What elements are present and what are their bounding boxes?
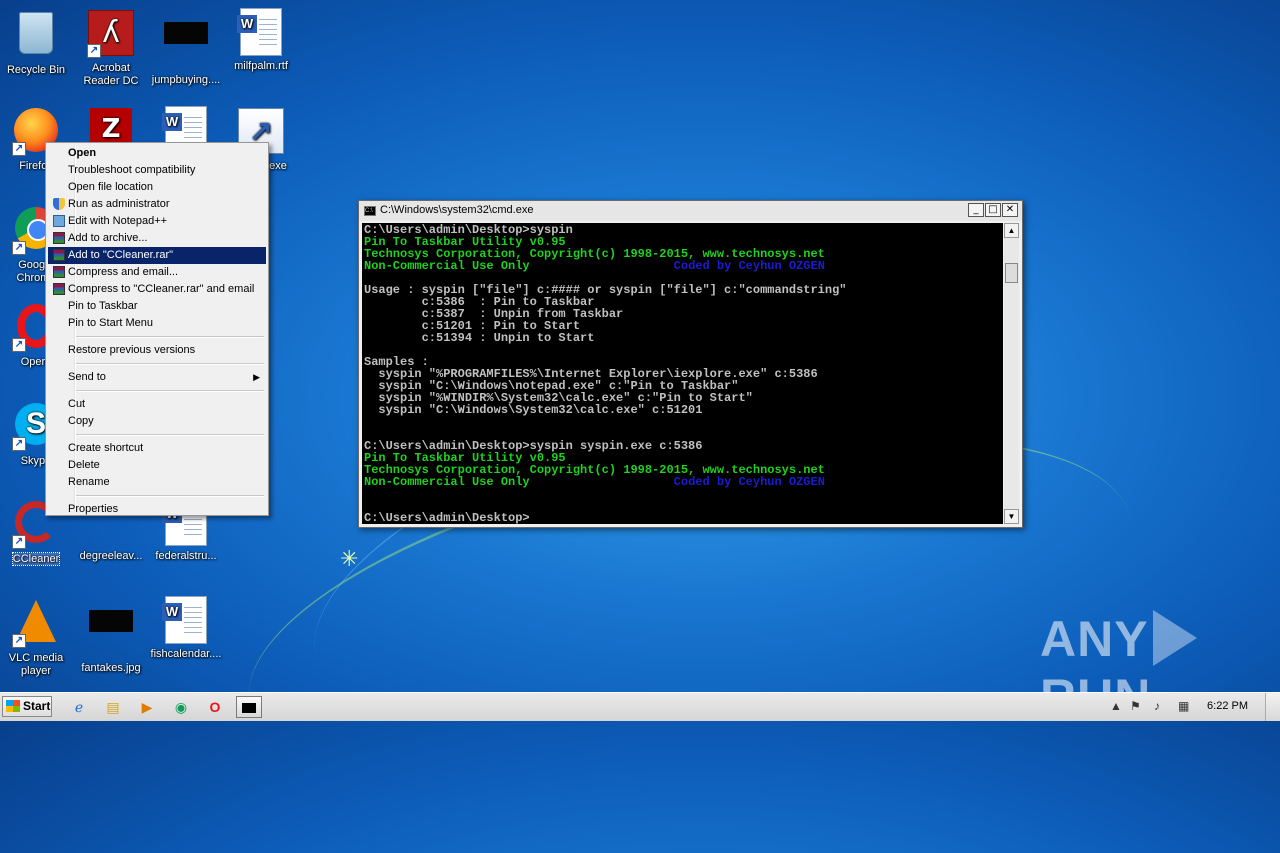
menu-item-run-as-admin[interactable]: Run as administrator	[48, 196, 266, 213]
image-thumbnail-icon	[89, 610, 133, 632]
menu-item-cut[interactable]: Cut	[48, 396, 266, 413]
play-logo-icon	[1152, 610, 1197, 666]
menu-item-compress-to-rar-email[interactable]: Compress to "CCleaner.rar" and email	[48, 281, 266, 298]
network-icon[interactable]: ▦	[1178, 699, 1189, 713]
image-thumbnail-icon	[164, 22, 208, 44]
windows-logo-icon	[6, 700, 20, 712]
cmd-taskbar-button[interactable]	[236, 696, 262, 718]
submenu-arrow-icon: ▶	[253, 372, 260, 382]
system-clock[interactable]: 6:22 PM	[1207, 700, 1248, 712]
menu-item-open[interactable]: Open	[48, 145, 266, 162]
console-line: c:51394 : Unpin to Start	[364, 331, 595, 345]
menu-item-add-to-archive[interactable]: Add to archive...	[48, 230, 266, 247]
uac-shield-icon	[53, 198, 65, 210]
cmd-titlebar[interactable]: C:\ C:\Windows\system32\cmd.exe _ □ ✕	[359, 201, 1022, 221]
menu-item-add-to-ccleaner-rar[interactable]: Add to "CCleaner.rar"	[48, 247, 266, 264]
winrar-icon	[53, 232, 65, 244]
menu-separator	[74, 495, 264, 497]
scroll-up-arrow-icon[interactable]: ▲	[1004, 223, 1019, 238]
shortcut-arrow-icon: ↗	[12, 338, 26, 352]
menu-item-properties[interactable]: Properties	[48, 501, 266, 518]
shortcut-arrow-icon: ↗	[12, 241, 26, 255]
minimize-button[interactable]: _	[968, 203, 984, 217]
shortcut-arrow-icon: ↗	[12, 634, 26, 648]
desktop-icon-fishcalendar[interactable]: W fishcalendar....	[150, 596, 222, 661]
menu-item-open-file-location[interactable]: Open file location	[48, 179, 266, 196]
close-button[interactable]: ✕	[1002, 203, 1018, 217]
menu-item-compress-and-email[interactable]: Compress and email...	[48, 264, 266, 281]
console-line: Non-Commercial Use Only	[364, 259, 530, 273]
shortcut-arrow-icon: ↗	[12, 437, 26, 451]
word-document-icon: W	[237, 8, 282, 56]
desktop-icon-milfpalm[interactable]: W milfpalm.rtf	[225, 8, 297, 73]
menu-item-restore-previous-versions[interactable]: Restore previous versions	[48, 342, 266, 359]
console-output[interactable]: C:\Users\admin\Desktop>syspin Pin To Tas…	[362, 223, 1003, 524]
vertical-scrollbar[interactable]: ▲ ▼	[1004, 223, 1019, 524]
menu-separator	[74, 434, 264, 436]
console-icon	[242, 703, 256, 713]
recycle-bin-icon	[19, 12, 53, 54]
menu-item-create-shortcut[interactable]: Create shortcut	[48, 440, 266, 457]
menu-item-edit-notepadpp[interactable]: Edit with Notepad++	[48, 213, 266, 230]
scroll-down-arrow-icon[interactable]: ▼	[1004, 509, 1019, 524]
action-center-icon[interactable]: ⚑	[1130, 699, 1141, 713]
word-document-icon: W	[162, 596, 207, 644]
internet-explorer-icon[interactable]: ℯ	[68, 696, 90, 718]
menu-item-rename[interactable]: Rename	[48, 474, 266, 491]
desktop-icon-acrobat[interactable]: ʎ ↗ Acrobat Reader DC	[75, 8, 147, 88]
file-explorer-icon[interactable]: ▤	[102, 696, 124, 718]
menu-item-send-to[interactable]: Send to ▶	[48, 369, 266, 386]
menu-item-pin-to-taskbar[interactable]: Pin to Taskbar	[48, 298, 266, 315]
shortcut-arrow-icon: ↗	[12, 142, 26, 156]
scrollbar-thumb[interactable]	[1005, 263, 1018, 283]
menu-separator	[74, 363, 264, 365]
winrar-icon	[53, 249, 65, 261]
context-menu: Open Troubleshoot compatibility Open fil…	[45, 142, 269, 516]
opera-taskbar-icon[interactable]: O	[204, 696, 226, 718]
console-credit: Coded by Ceyhun OZGEN	[673, 475, 825, 489]
show-desktop-button[interactable]	[1265, 693, 1280, 721]
menu-item-troubleshoot[interactable]: Troubleshoot compatibility	[48, 162, 266, 179]
cmd-window-title: C:\Windows\system32\cmd.exe	[380, 204, 534, 216]
shortcut-arrow-icon: ↗	[87, 44, 101, 58]
console-icon: C:\	[364, 206, 376, 216]
wallpaper-flare: ✳	[340, 546, 359, 571]
cmd-window[interactable]: C:\ C:\Windows\system32\cmd.exe _ □ ✕ C:…	[358, 200, 1023, 528]
desktop-icon-fantakes[interactable]: fantakes.jpg	[75, 596, 147, 675]
desktop-icon-vlc[interactable]: ↗ VLC media player	[0, 596, 72, 678]
volume-icon[interactable]: ♪	[1154, 699, 1160, 713]
desktop-icon-recycle-bin[interactable]: Recycle Bin	[0, 8, 72, 77]
notepadpp-icon	[53, 215, 65, 227]
menu-item-copy[interactable]: Copy	[48, 413, 266, 430]
menu-item-delete[interactable]: Delete	[48, 457, 266, 474]
chrome-taskbar-icon[interactable]: ◉	[170, 696, 192, 718]
media-player-icon[interactable]: ▶	[136, 696, 158, 718]
winrar-icon	[53, 266, 65, 278]
console-line: C:\Users\admin\Desktop>	[364, 511, 530, 524]
console-text: C:\Users\admin\Desktop>syspin Pin To Tas…	[362, 223, 1003, 524]
shortcut-arrow-icon: ↗	[12, 535, 26, 549]
taskbar: Start ℯ ▤ ▶ ◉ O ▲ ⚑ ♪ ▦ 6:22 PM	[0, 692, 1280, 721]
menu-item-pin-to-start-menu[interactable]: Pin to Start Menu	[48, 315, 266, 332]
start-button[interactable]: Start	[2, 696, 52, 717]
console-credit: Coded by Ceyhun OZGEN	[673, 259, 825, 273]
menu-separator	[74, 336, 264, 338]
console-line: syspin "C:\Windows\System32\calc.exe" c:…	[364, 403, 703, 417]
maximize-button[interactable]: □	[985, 203, 1001, 217]
show-hidden-icons-icon[interactable]: ▲	[1110, 699, 1122, 713]
console-line: Non-Commercial Use Only	[364, 475, 530, 489]
menu-separator	[74, 390, 264, 392]
winrar-icon	[53, 283, 65, 295]
desktop-icon-jumpbuying[interactable]: jumpbuying....	[150, 8, 222, 87]
